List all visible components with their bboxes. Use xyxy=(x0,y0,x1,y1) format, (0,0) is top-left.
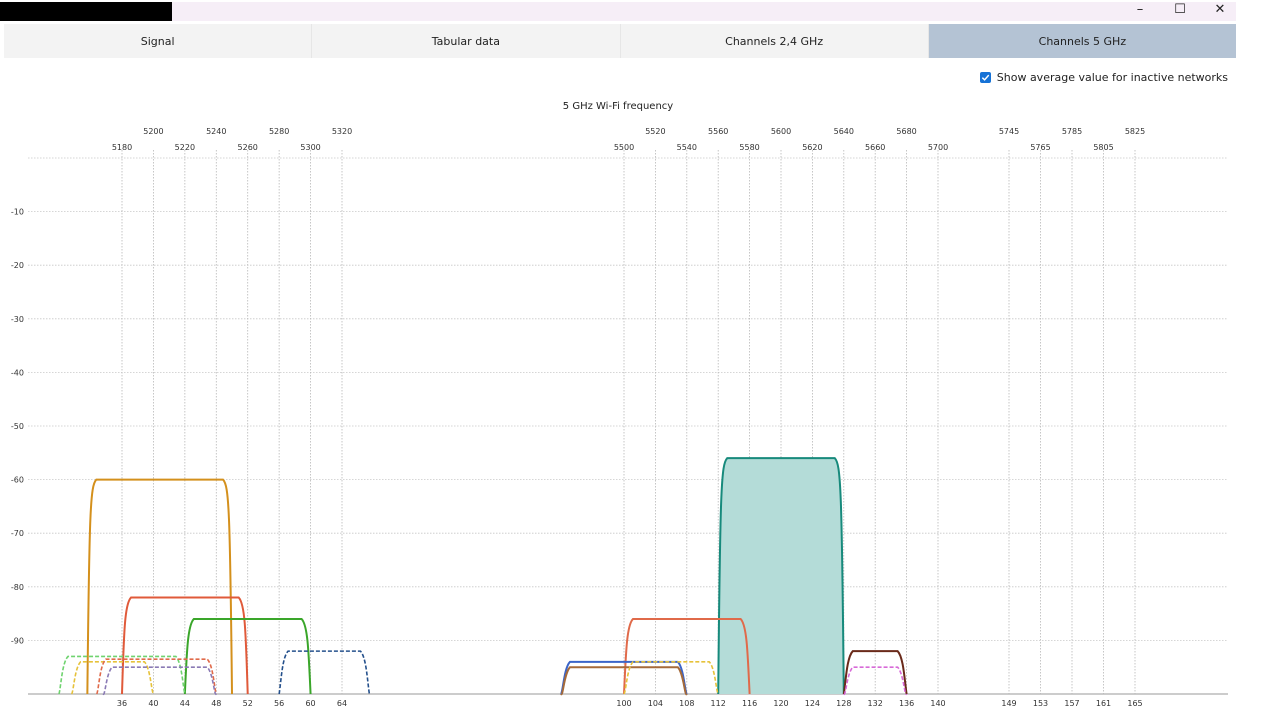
maximize-button[interactable]: ☐ xyxy=(1160,0,1200,18)
frequency-label: 5620 xyxy=(802,143,822,152)
channel-label: 104 xyxy=(648,699,663,708)
frequency-label: 5240 xyxy=(206,127,226,136)
frequency-label: 5580 xyxy=(739,143,759,152)
channel-label: 157 xyxy=(1064,699,1079,708)
checkmark-icon xyxy=(981,74,990,81)
channel-label: 60 xyxy=(305,699,315,708)
channel-label: 124 xyxy=(805,699,820,708)
minimize-button[interactable]: – xyxy=(1120,0,1160,18)
channel-label: 44 xyxy=(180,699,190,708)
frequency-label: 5700 xyxy=(928,143,948,152)
title-redacted xyxy=(0,2,172,21)
tab-channels-24ghz[interactable]: Channels 2,4 GHz xyxy=(620,24,929,58)
tab-channels-5ghz[interactable]: Channels 5 GHz xyxy=(928,24,1236,58)
frequency-label: 5300 xyxy=(300,143,320,152)
channel-label: 120 xyxy=(773,699,788,708)
channel-label: 108 xyxy=(679,699,694,708)
channel-label: 149 xyxy=(1001,699,1016,708)
channel-label: 36 xyxy=(117,699,127,708)
frequency-label: 5805 xyxy=(1093,143,1113,152)
channel-label: 112 xyxy=(711,699,726,708)
show-average-option[interactable]: Show average value for inactive networks xyxy=(979,70,1228,84)
frequency-label: 5320 xyxy=(332,127,352,136)
frequency-label: 5520 xyxy=(645,127,665,136)
chart-grid xyxy=(28,150,1228,695)
frequency-label: 5745 xyxy=(999,127,1019,136)
close-button[interactable]: ✕ xyxy=(1200,0,1240,18)
y-tick-label: -50 xyxy=(11,422,24,431)
frequency-label: 5640 xyxy=(834,127,854,136)
y-tick-label: -70 xyxy=(11,529,24,538)
frequency-label: 5540 xyxy=(677,143,697,152)
channel-label: 136 xyxy=(899,699,914,708)
channel-label: 116 xyxy=(742,699,757,708)
title-bar: – ☐ ✕ xyxy=(0,0,1280,22)
y-tick-label: -20 xyxy=(11,261,24,270)
channel-label: 48 xyxy=(211,699,221,708)
frequency-label: 5500 xyxy=(614,143,634,152)
tab-tabular-data[interactable]: Tabular data xyxy=(312,24,621,58)
channel-label: 56 xyxy=(274,699,284,708)
network-curve xyxy=(102,666,218,695)
channel-label: 64 xyxy=(337,699,347,708)
frequency-label: 5825 xyxy=(1125,127,1145,136)
chart-title: 5 GHz Wi-Fi frequency xyxy=(563,101,674,112)
frequency-label: 5785 xyxy=(1062,127,1082,136)
frequency-label: 5560 xyxy=(708,127,728,136)
channel-label: 165 xyxy=(1127,699,1142,708)
title-bar-fill xyxy=(172,2,1236,21)
frequency-label: 5765 xyxy=(1030,143,1050,152)
chart-series xyxy=(58,457,908,696)
show-average-label: Show average value for inactive networks xyxy=(996,70,1228,84)
y-tick-label: -80 xyxy=(11,583,24,592)
frequency-label: 5680 xyxy=(896,127,916,136)
channel-label: 52 xyxy=(243,699,253,708)
channel-label: 128 xyxy=(836,699,851,708)
channel-label: 100 xyxy=(616,699,631,708)
channel-label: 140 xyxy=(930,699,945,708)
frequency-label: 5260 xyxy=(238,143,258,152)
show-average-checkbox[interactable] xyxy=(979,71,991,83)
network-curve xyxy=(96,658,218,695)
frequency-label: 5280 xyxy=(269,127,289,136)
chart-labels: -10 -20 -30 -40 -50 -60 -70 -80 -90 36 5180 40 5200 4… xyxy=(11,127,1145,708)
channel-label: 40 xyxy=(148,699,158,708)
frequency-label: 5600 xyxy=(771,127,791,136)
channel-label: 153 xyxy=(1033,699,1048,708)
tab-signal[interactable]: Signal xyxy=(4,24,313,58)
frequency-label: 5660 xyxy=(865,143,885,152)
network-curve xyxy=(278,650,371,695)
y-tick-label: -60 xyxy=(11,476,24,485)
y-tick-label: -40 xyxy=(11,368,24,377)
wifi-5ghz-chart: 5 GHz Wi-Fi frequency -10 -20 -30 -40 -50 -60… xyxy=(11,101,1228,708)
frequency-label: 5220 xyxy=(175,143,195,152)
y-tick-label: -30 xyxy=(11,315,24,324)
network-curve xyxy=(717,457,845,695)
y-tick-label: -10 xyxy=(11,208,24,217)
y-tick-label: -90 xyxy=(11,636,24,645)
frequency-label: 5200 xyxy=(143,127,163,136)
frequency-label: 5180 xyxy=(112,143,132,152)
tab-bar: Signal Tabular data Channels 2,4 GHz Cha… xyxy=(4,24,1236,58)
channel-label: 161 xyxy=(1096,699,1111,708)
network-curve xyxy=(70,661,155,695)
channel-label: 132 xyxy=(868,699,883,708)
